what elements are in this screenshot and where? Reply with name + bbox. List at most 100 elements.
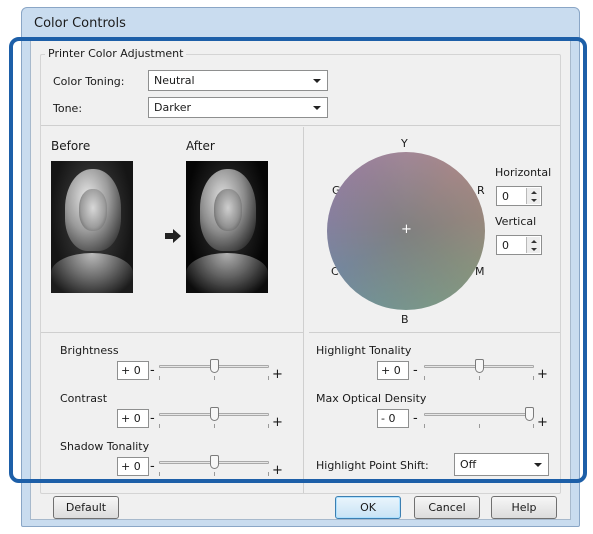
- slider-tick: [268, 472, 269, 476]
- horizontal-spinbox[interactable]: 0: [496, 186, 542, 206]
- color-toning-value: Neutral: [154, 74, 195, 87]
- slider-tick: [424, 376, 425, 380]
- chevron-down-icon: [534, 462, 542, 467]
- slider-tick: [479, 376, 480, 380]
- highlight-tonality-label: Highlight Tonality: [316, 344, 412, 357]
- highlight-tonality-value-field[interactable]: + 0: [377, 361, 409, 380]
- spin-up-icon[interactable]: [527, 237, 540, 245]
- before-label: Before: [51, 139, 91, 153]
- slider-thumb[interactable]: [210, 407, 219, 421]
- contrast-max-mark: +: [272, 415, 283, 430]
- shadow-tonality-max-mark: +: [272, 463, 283, 478]
- slider-thumb[interactable]: [525, 407, 534, 421]
- max-optical-density-slider[interactable]: [424, 407, 534, 429]
- contrast-label: Contrast: [60, 392, 108, 405]
- highlight-tonality-min-mark: -: [413, 363, 418, 378]
- slider-thumb[interactable]: [210, 359, 219, 373]
- contrast-value-field[interactable]: + 0: [117, 409, 149, 428]
- shadow-tonality-value-field[interactable]: + 0: [117, 457, 149, 476]
- window-title: Color Controls: [34, 16, 126, 31]
- slider-tick: [159, 424, 160, 428]
- max-optical-density-min-mark: -: [413, 411, 418, 426]
- wheel-center-crosshair[interactable]: +: [401, 222, 412, 237]
- slider-tick: [268, 376, 269, 380]
- highlight-tonality-max-mark: +: [537, 367, 548, 382]
- max-optical-density-max-mark: +: [537, 415, 548, 430]
- slider-tick: [214, 472, 215, 476]
- ok-button[interactable]: OK: [335, 496, 401, 519]
- after-preview-image: [186, 161, 268, 293]
- shadow-tonality-value: 0: [133, 460, 141, 473]
- help-button[interactable]: Help: [491, 496, 557, 519]
- spin-up-icon[interactable]: [527, 188, 540, 196]
- highlight-tonality-sign: +: [381, 364, 391, 377]
- vertical-spinbox[interactable]: 0: [496, 235, 542, 255]
- chevron-down-icon: [313, 78, 321, 83]
- divider: [41, 125, 560, 126]
- slider-thumb[interactable]: [210, 455, 219, 469]
- vertical-label: Vertical: [495, 215, 537, 228]
- highlight-tonality-slider[interactable]: [424, 359, 534, 381]
- slider-tick: [159, 472, 160, 476]
- shadow-tonality-sign: +: [121, 460, 131, 473]
- tone-value: Darker: [154, 101, 192, 114]
- brightness-value-field[interactable]: + 0: [117, 361, 149, 380]
- wheel-label-m: M: [475, 265, 485, 278]
- right-arrow-icon: [165, 229, 181, 243]
- spin-down-icon[interactable]: [527, 245, 540, 253]
- slider-tick: [533, 424, 534, 428]
- dialog-client-area: Printer Color Adjustment Color Toning: N…: [30, 38, 571, 520]
- brightness-value: 0: [133, 364, 141, 377]
- divider: [303, 127, 304, 493]
- divider: [41, 332, 303, 333]
- max-optical-density-value: 0: [388, 412, 396, 425]
- cancel-button[interactable]: Cancel: [414, 496, 480, 519]
- horizontal-label: Horizontal: [495, 166, 552, 179]
- slider-tick: [424, 424, 425, 428]
- slider-tick: [214, 376, 215, 380]
- slider-thumb[interactable]: [475, 359, 484, 373]
- contrast-sign: +: [121, 412, 131, 425]
- slider-tick: [159, 376, 160, 380]
- spin-down-icon[interactable]: [527, 196, 540, 204]
- divider: [309, 332, 560, 333]
- wheel-label-b: B: [401, 313, 409, 326]
- brightness-label: Brightness: [60, 344, 119, 357]
- highlight-tonality-value: 0: [393, 364, 401, 377]
- after-label: After: [186, 139, 215, 153]
- wheel-label-y: Y: [401, 137, 408, 150]
- tone-select[interactable]: Darker: [148, 97, 328, 118]
- max-optical-density-sign: -: [381, 412, 385, 425]
- color-controls-window: Color Controls Printer Color Adjustment …: [21, 7, 580, 527]
- highlight-point-shift-label: Highlight Point Shift:: [316, 459, 429, 472]
- slider-tick: [268, 424, 269, 428]
- brightness-slider[interactable]: [159, 359, 269, 381]
- slider-tick: [533, 376, 534, 380]
- max-optical-density-value-field[interactable]: - 0: [377, 409, 409, 428]
- brightness-sign: +: [121, 364, 131, 377]
- contrast-min-mark: -: [150, 411, 155, 426]
- brightness-min-mark: -: [150, 363, 155, 378]
- highlight-point-shift-value: Off: [460, 458, 477, 471]
- slider-tick: [479, 424, 480, 428]
- shadow-tonality-slider[interactable]: [159, 455, 269, 477]
- highlight-point-shift-select[interactable]: Off: [454, 453, 549, 476]
- wheel-label-r: R: [477, 184, 485, 197]
- color-toning-label: Color Toning:: [53, 75, 125, 88]
- shadow-tonality-label: Shadow Tonality: [60, 440, 150, 453]
- slider-track[interactable]: [424, 413, 534, 416]
- max-optical-density-label: Max Optical Density: [316, 392, 427, 405]
- tone-label: Tone:: [53, 102, 83, 115]
- before-preview-image: [51, 161, 133, 293]
- shadow-tonality-min-mark: -: [150, 459, 155, 474]
- slider-tick: [214, 424, 215, 428]
- default-button[interactable]: Default: [53, 496, 119, 519]
- brightness-max-mark: +: [272, 367, 283, 382]
- chevron-down-icon: [313, 105, 321, 110]
- group-title: Printer Color Adjustment: [45, 47, 187, 60]
- color-toning-select[interactable]: Neutral: [148, 70, 328, 91]
- horizontal-value: 0: [502, 190, 509, 203]
- contrast-value: 0: [133, 412, 141, 425]
- contrast-slider[interactable]: [159, 407, 269, 429]
- vertical-value: 0: [502, 239, 509, 252]
